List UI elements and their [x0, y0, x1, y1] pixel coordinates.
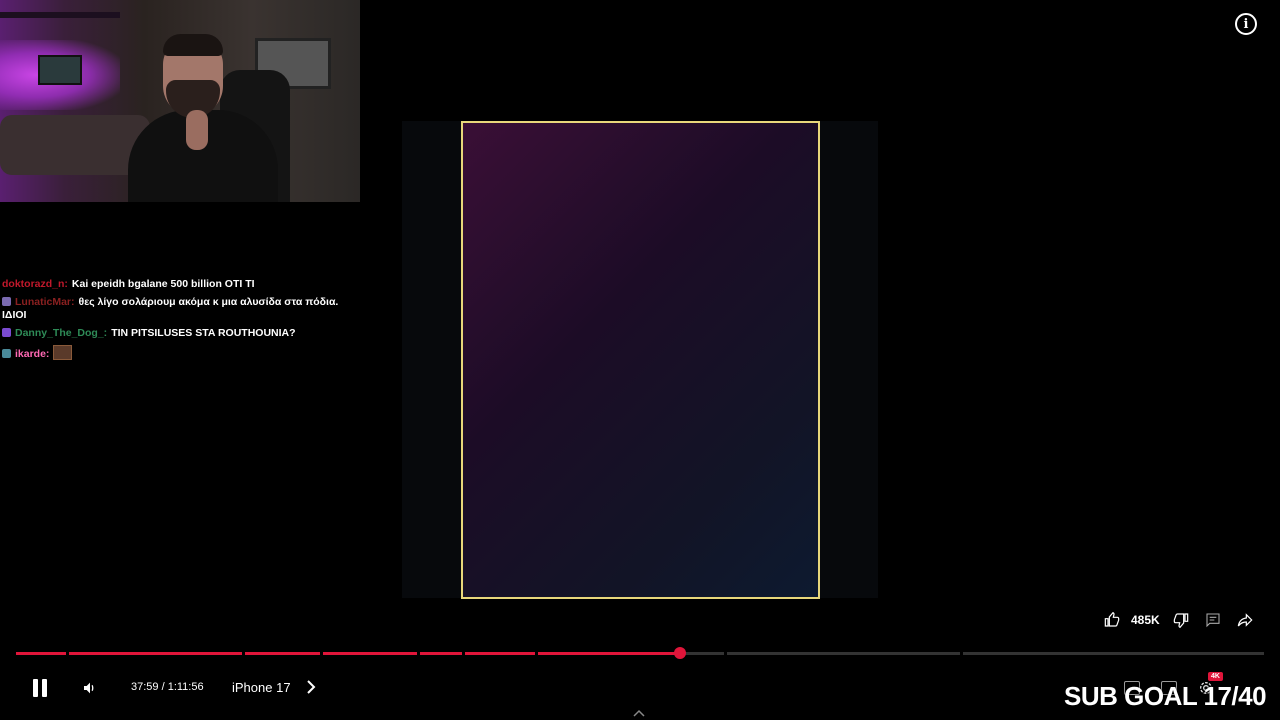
- chapter-segment[interactable]: [420, 652, 462, 655]
- chat-username: LunaticMar:: [15, 296, 75, 308]
- pause-button[interactable]: [32, 679, 48, 697]
- streamer-hair: [163, 34, 223, 56]
- time-display: 37:59 / 1:11:56: [131, 681, 204, 693]
- chat-message: LunaticMar: θες λίγο σολάριουμ ακόμα κ μι…: [2, 296, 342, 322]
- dislike-icon: [1173, 612, 1189, 628]
- like-button[interactable]: 485K: [1104, 612, 1160, 628]
- comment-icon: [1205, 612, 1221, 628]
- chat-username: ikarde:: [15, 348, 50, 360]
- chat-message: ikarde:: [2, 345, 342, 361]
- like-count: 485K: [1131, 613, 1160, 627]
- volume-button[interactable]: [82, 680, 98, 696]
- chapter-segment[interactable]: [245, 652, 320, 655]
- webcam-overlay: [0, 0, 360, 202]
- comment-button[interactable]: [1205, 612, 1221, 628]
- chat-overlay: doktorazd_n: Kai epeidh bgalane 500 billi…: [2, 278, 342, 366]
- like-icon: [1104, 612, 1120, 628]
- chapter-segment[interactable]: [727, 652, 960, 655]
- volume-icon: [82, 680, 98, 696]
- webcam-shelf: [0, 12, 120, 18]
- chat-badge-icon: [2, 349, 11, 358]
- progress-scrubber[interactable]: [674, 647, 686, 659]
- chapter-segment[interactable]: [69, 652, 242, 655]
- video-frame[interactable]: [461, 121, 820, 599]
- chat-badge-icon: [2, 297, 11, 306]
- chapter-segment[interactable]: [323, 652, 417, 655]
- chapter-segment[interactable]: [465, 652, 535, 655]
- streamer-hand: [186, 110, 208, 150]
- chapter-segment[interactable]: [963, 652, 1264, 655]
- chapter-title[interactable]: iPhone 17: [232, 680, 291, 695]
- quality-badge: 4K: [1208, 672, 1223, 681]
- webcam-monitor: [38, 55, 82, 85]
- chat-message: Danny_The_Dog_: TIN PITSILUSES STA ROUTHO…: [2, 327, 342, 340]
- chat-text: TIN PITSILUSES STA ROUTHOUNIA?: [111, 327, 296, 339]
- chat-username: doktorazd_n:: [2, 278, 68, 290]
- chat-badge-icon: [2, 328, 11, 337]
- progress-bar[interactable]: [16, 652, 1264, 655]
- sub-goal-overlay: SUB GOAL 17/40: [1064, 681, 1267, 711]
- chat-message: doktorazd_n: Kai epeidh bgalane 500 billi…: [2, 278, 342, 291]
- chevron-up-icon[interactable]: [633, 709, 645, 720]
- chat-text: Kai epeidh bgalane 500 billion OTI TI: [71, 278, 255, 290]
- chapter-segment[interactable]: [538, 652, 724, 655]
- share-button[interactable]: [1236, 612, 1254, 628]
- chat-username: Danny_The_Dog_:: [15, 327, 108, 339]
- info-icon[interactable]: i: [1235, 13, 1257, 35]
- chat-emote-icon: [53, 345, 73, 360]
- chevron-right-icon[interactable]: [306, 680, 316, 697]
- chapter-segment[interactable]: [16, 652, 66, 655]
- dislike-button[interactable]: [1173, 612, 1189, 628]
- share-icon: [1236, 612, 1254, 628]
